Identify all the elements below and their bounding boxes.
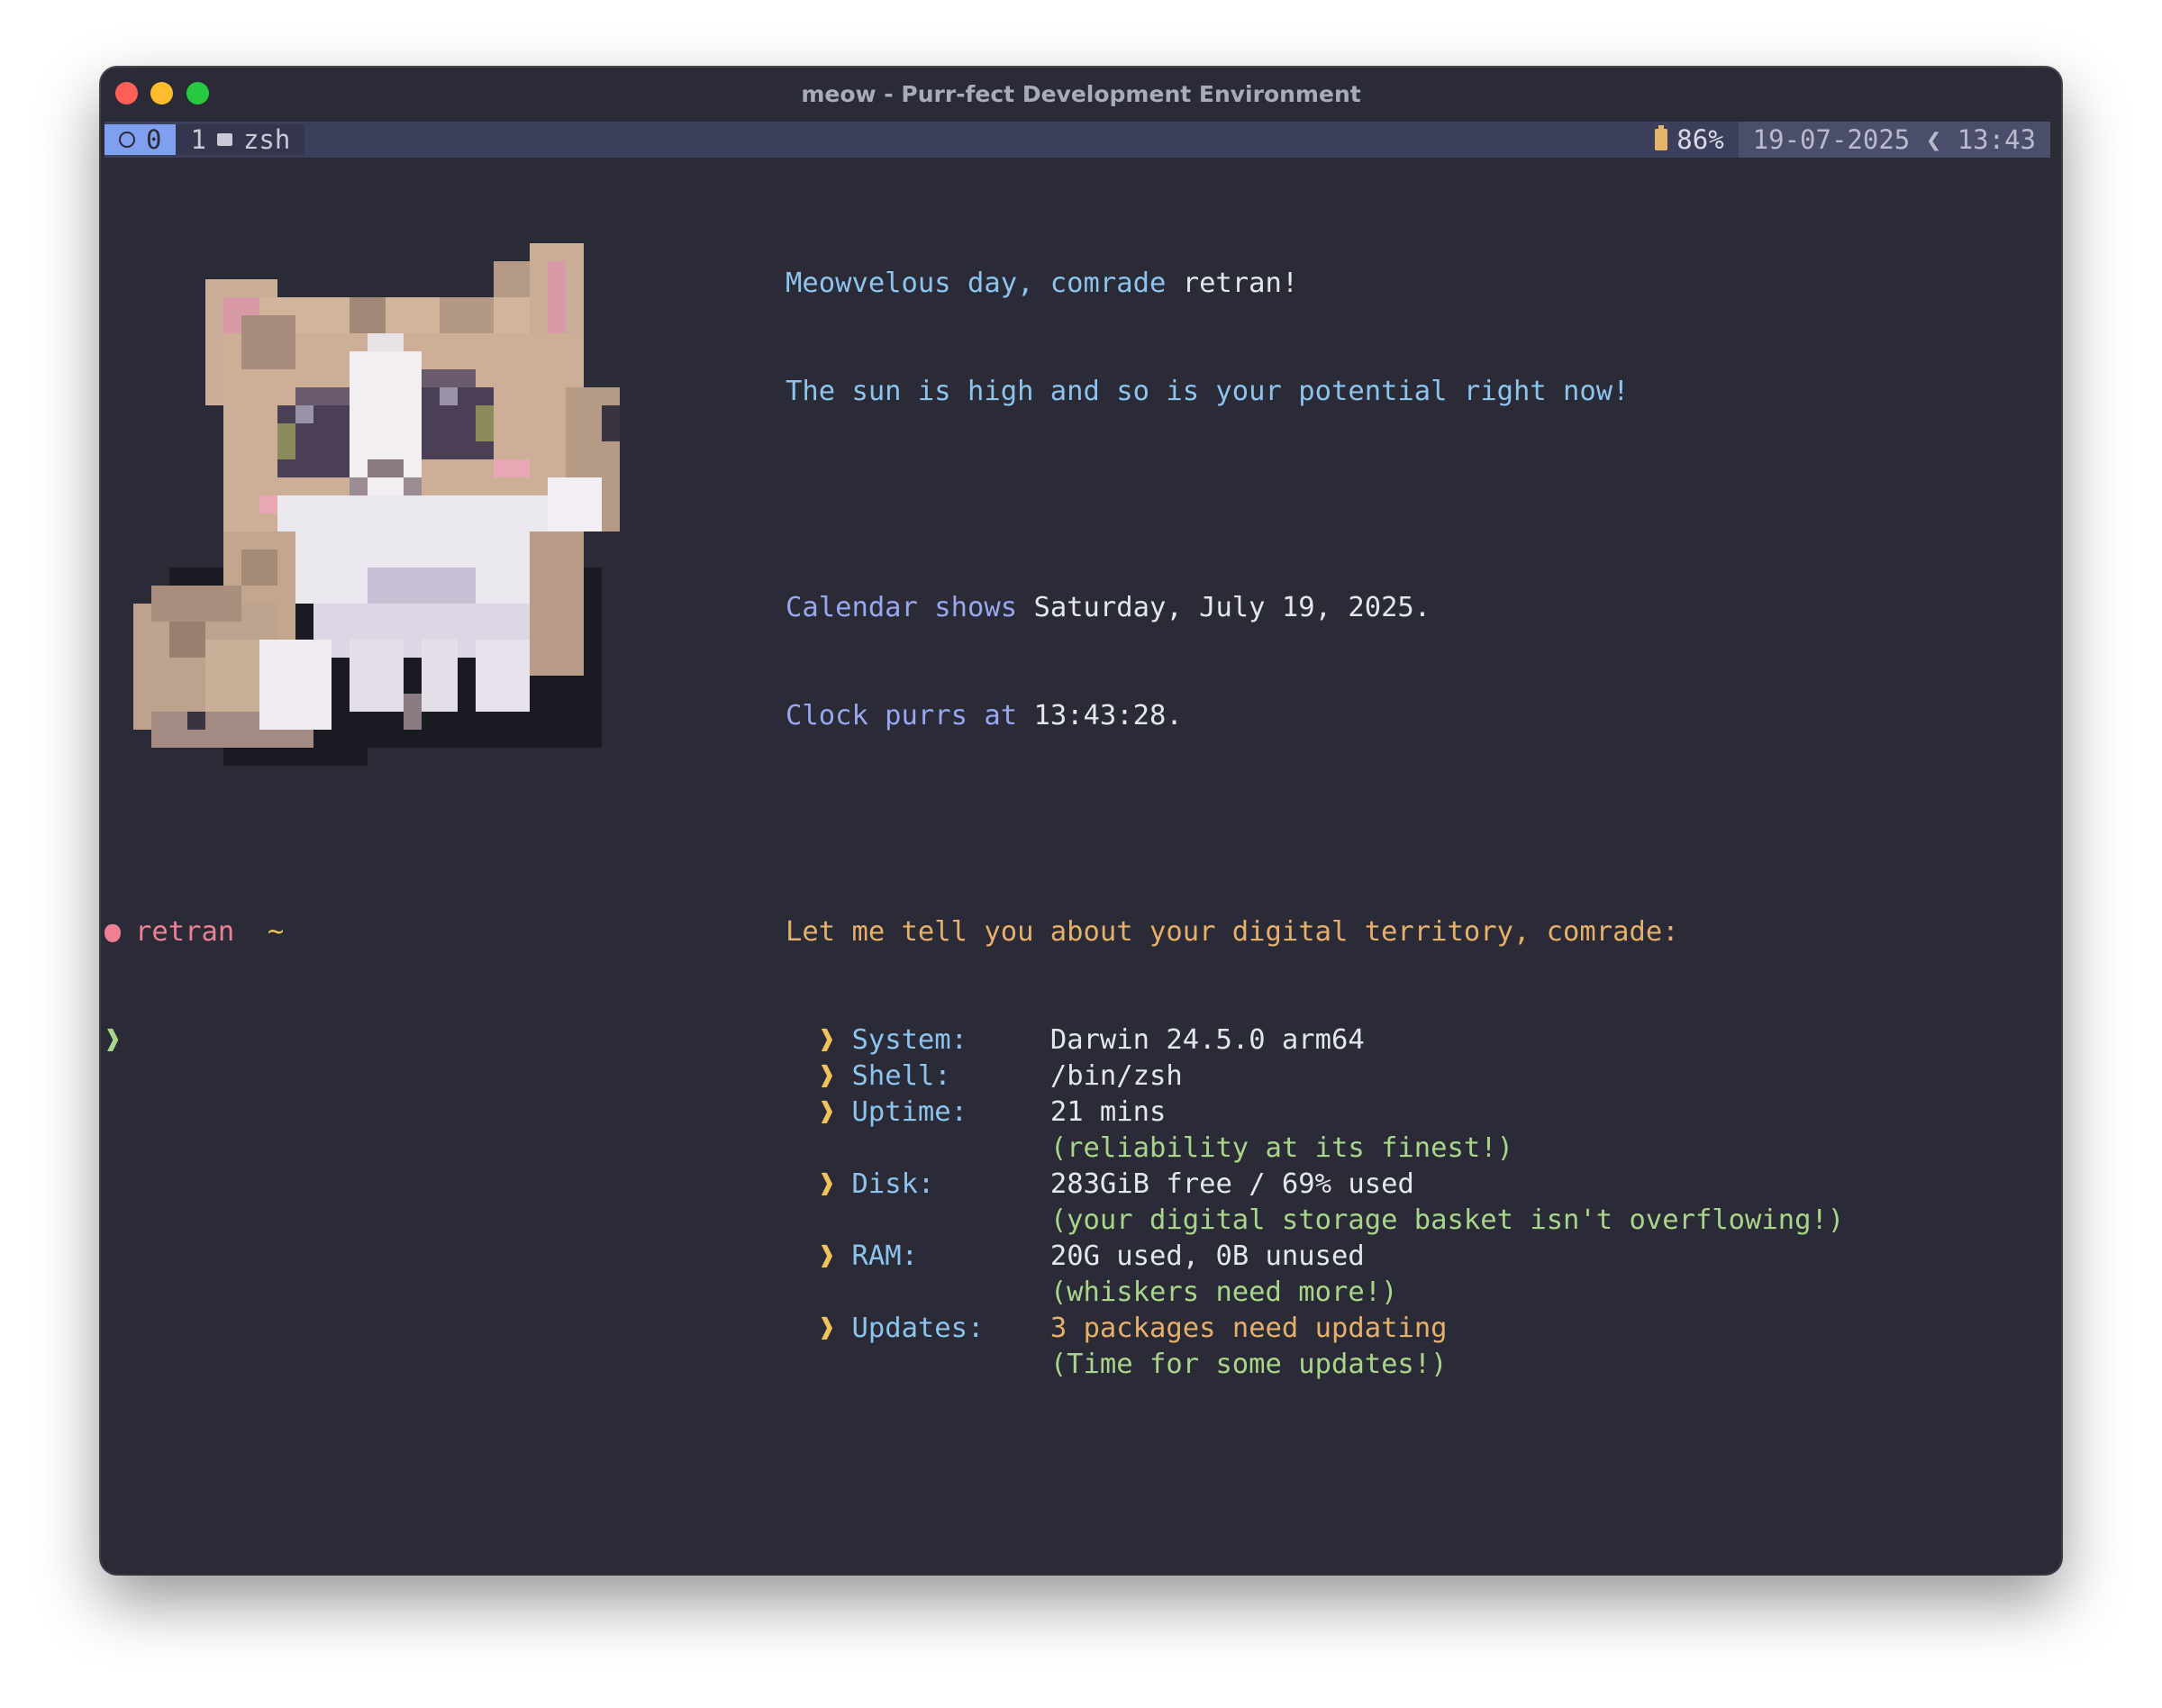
window-title: meow - Purr-fect Development Environment [801, 80, 1361, 107]
info-label: Shell: [851, 1060, 1050, 1092]
battery-status: 86% [1640, 122, 1739, 158]
greeting-line-2: The sun is high and so is your potential… [786, 376, 1630, 407]
window-name: zsh [242, 124, 291, 155]
info-row: ❱ Updates: 3 packages need updating [786, 1311, 1844, 1347]
shell-prompt[interactable]: retran ~ ❱ [104, 842, 284, 1131]
clock-line: Clock purrs at 13:43:28. [786, 698, 1844, 734]
tmux-right-status: 86% 19-07-2025 ❮ 13:43 [1640, 122, 2050, 158]
greeting-prefix: Meowvelous day, comrade [786, 268, 1183, 299]
separator-icon: ❮ [1925, 124, 1942, 155]
info-row: ❱ Disk: 283GiB free / 69% used [786, 1167, 1844, 1203]
maximize-icon[interactable] [186, 82, 209, 104]
info-row: ❱ RAM: 20G used, 0B unused [786, 1239, 1844, 1275]
tmux-window-tab[interactable]: 1 zsh [176, 124, 305, 155]
circle-icon [119, 132, 135, 148]
info-value: 3 packages need updating [1049, 1313, 1448, 1344]
status-date: 19-07-2025 [1752, 124, 1911, 155]
clock-label: Clock purrs at [786, 700, 1034, 731]
battery-icon [1655, 125, 1668, 150]
bullet-icon: ❱ [818, 1313, 836, 1344]
info-note-text: (whiskers need more!) [1049, 1276, 1398, 1308]
info-label: RAM: [851, 1240, 1050, 1272]
calendar-label: Calendar shows [786, 592, 1034, 623]
terminal-window: meow - Purr-fect Development Environment… [101, 68, 2061, 1574]
info-row: ❱ System: Darwin 24.5.0 arm64 [786, 1022, 1844, 1058]
info-note: (Time for some updates!) [786, 1347, 1844, 1383]
info-label: Uptime: [851, 1096, 1050, 1128]
calendar-line: Calendar shows Saturday, July 19, 2025. [786, 590, 1844, 626]
close-icon[interactable] [115, 82, 138, 104]
bullet-icon: ❱ [818, 1168, 836, 1200]
territory-header: Let me tell you about your digital terri… [786, 916, 1679, 948]
prompt-user: retran [135, 916, 235, 948]
info-note: (your digital storage basket isn't overf… [786, 1203, 1844, 1239]
info-list: ❱ System: Darwin 24.5.0 arm64 ❱ Shell: /… [786, 1022, 1844, 1383]
info-note-text: (your digital storage basket isn't overf… [1049, 1204, 1845, 1236]
terminal-icon [216, 133, 232, 146]
window-index: 1 [190, 124, 206, 155]
clock-value: 13:43:28. [1033, 700, 1183, 731]
info-label: Disk: [851, 1168, 1050, 1200]
info-row: ❱ Uptime: 21 mins [786, 1095, 1844, 1131]
info-value: Darwin 24.5.0 arm64 [1049, 1024, 1365, 1056]
info-note-text: (Time for some updates!) [1049, 1349, 1448, 1380]
bullet-icon: ❱ [818, 1240, 836, 1272]
bullet-icon: ❱ [818, 1096, 836, 1128]
info-label: Updates: [851, 1313, 1050, 1344]
prompt-line: retran ~ [104, 914, 284, 950]
tmux-session[interactable]: 0 [104, 124, 177, 155]
title-bar: meow - Purr-fect Development Environment [101, 68, 2061, 120]
minimize-icon[interactable] [150, 82, 173, 104]
info-note-text: (reliability at its finest!) [1049, 1132, 1513, 1164]
calendar-value: Saturday, July 19, 2025. [1033, 592, 1431, 623]
session-index: 0 [146, 124, 162, 155]
bullet-icon: ❱ [818, 1060, 836, 1092]
bullet-icon: ❱ [818, 1024, 836, 1056]
info-value: 21 mins [1049, 1096, 1167, 1128]
info-value: 283GiB free / 69% used [1049, 1168, 1414, 1200]
info-note: (reliability at its finest!) [786, 1131, 1844, 1167]
pixel-cat-art [133, 243, 620, 766]
greeting-user: retran! [1182, 268, 1299, 299]
fetch-output: Meowvelous day, comrade retran! The sun … [786, 194, 1844, 1455]
greeting-line: Meowvelous day, comrade retran! [786, 266, 1844, 302]
date-time: 19-07-2025 ❮ 13:43 [1738, 122, 2050, 158]
tmux-status-bar: 0 1 zsh 86% 19-07-2025 ❮ 13:43 [104, 122, 2050, 158]
prompt-path: ~ [267, 916, 285, 948]
prompt-caret[interactable]: ❱ [104, 1022, 284, 1058]
info-value: /bin/zsh [1049, 1060, 1183, 1092]
battery-percent: 86% [1676, 124, 1724, 155]
info-label: System: [851, 1024, 1050, 1056]
info-note: (whiskers need more!) [786, 1275, 1844, 1311]
info-row: ❱ Shell: /bin/zsh [786, 1058, 1844, 1095]
status-time: 13:43 [1957, 124, 2036, 155]
info-value: 20G used, 0B unused [1049, 1240, 1365, 1272]
apple-icon [104, 924, 121, 942]
